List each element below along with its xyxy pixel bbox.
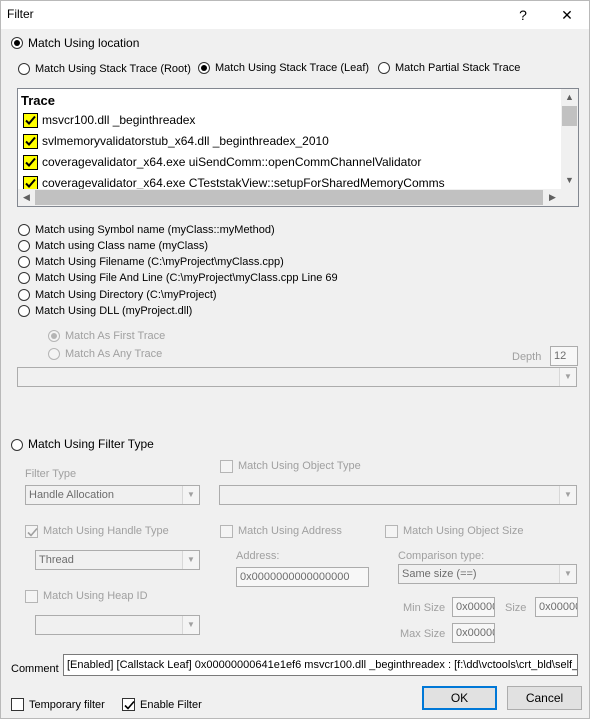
symbol-name-label: Match using Symbol name (myClass::myMeth… bbox=[35, 224, 275, 236]
stack-root-label: Match Using Stack Trace (Root) bbox=[35, 63, 191, 75]
depth-field[interactable]: 12 bbox=[550, 346, 578, 366]
handle-type-dropdown-icon[interactable]: ▼ bbox=[182, 551, 199, 569]
enable-filter-label: Enable Filter bbox=[140, 699, 202, 711]
first-trace-label: Match As First Trace bbox=[65, 330, 166, 342]
address-checkbox[interactable] bbox=[220, 525, 233, 538]
trace-row-text: coveragevalidator_x64.exe uiSendComm::op… bbox=[42, 155, 422, 169]
stack-root-radio[interactable] bbox=[18, 63, 30, 75]
min-size-label: Min Size bbox=[403, 602, 446, 614]
dll-combo[interactable]: ▼ bbox=[17, 367, 577, 387]
help-button[interactable]: ? bbox=[501, 1, 545, 29]
close-button[interactable]: ✕ bbox=[545, 1, 589, 29]
scroll-up-icon[interactable]: ▲ bbox=[561, 89, 578, 106]
dll-label: Match Using DLL (myProject.dll) bbox=[35, 305, 193, 317]
comparison-type-combo-value: Same size (==) bbox=[402, 568, 477, 580]
trace-horizontal-scrollbar[interactable]: ◀ ▶ bbox=[18, 189, 561, 206]
handle-type-combo-value: Thread bbox=[39, 554, 74, 566]
scrollbar-corner bbox=[561, 189, 578, 206]
comment-label: Comment bbox=[11, 663, 59, 675]
object-type-dropdown-icon[interactable]: ▼ bbox=[559, 486, 576, 504]
handle-type-checkbox[interactable] bbox=[25, 525, 38, 538]
directory-label: Match Using Directory (C:\myProject) bbox=[35, 289, 217, 301]
comparison-type-combo[interactable]: Same size (==) ▼ bbox=[398, 564, 577, 584]
partial-stack-radio[interactable] bbox=[378, 62, 390, 74]
handle-type-check-icon bbox=[27, 527, 38, 537]
directory-radio[interactable] bbox=[18, 289, 30, 301]
trace-row[interactable]: coveragevalidator_x64.exe uiSendComm::op… bbox=[21, 152, 561, 173]
heap-id-label: Match Using Heap ID bbox=[43, 590, 148, 602]
trace-row-text: coveragevalidator_x64.exe CTeststakView:… bbox=[42, 176, 445, 190]
trace-vertical-scrollbar[interactable]: ▲ ▼ bbox=[561, 89, 578, 189]
filter-type-radio[interactable] bbox=[11, 439, 23, 451]
filename-radio[interactable] bbox=[18, 256, 30, 268]
vertical-scroll-thumb[interactable] bbox=[562, 106, 577, 126]
enable-filter-check-icon bbox=[124, 700, 135, 710]
filename-label: Match Using Filename (C:\myProject\myCla… bbox=[35, 256, 284, 268]
size-label: Size bbox=[505, 602, 527, 614]
filter-type-dropdown-icon[interactable]: ▼ bbox=[182, 486, 199, 504]
trace-column-header[interactable]: Trace bbox=[20, 91, 560, 110]
size-field[interactable]: 0x00000 bbox=[535, 597, 578, 617]
object-type-checkbox[interactable] bbox=[220, 460, 233, 473]
dll-radio[interactable] bbox=[18, 305, 30, 317]
enable-filter-checkbox[interactable] bbox=[122, 698, 135, 711]
trace-list[interactable]: Trace msvcr100.dll _beginthreadex svlmem… bbox=[17, 88, 579, 207]
heap-id-dropdown-icon[interactable]: ▼ bbox=[182, 616, 199, 634]
first-trace-radio[interactable] bbox=[48, 330, 60, 342]
stack-leaf-label: Match Using Stack Trace (Leaf) bbox=[215, 62, 370, 74]
cancel-button[interactable]: Cancel bbox=[507, 686, 582, 710]
trace-row[interactable]: msvcr100.dll _beginthreadex bbox=[21, 110, 561, 131]
filter-type-label: Filter Type bbox=[25, 468, 77, 480]
heap-id-checkbox[interactable] bbox=[25, 590, 38, 603]
address-label: Address: bbox=[236, 550, 280, 562]
match-location-radio[interactable] bbox=[11, 37, 23, 49]
filter-type-combo-value: Handle Allocation bbox=[29, 489, 115, 501]
trace-check-icon[interactable] bbox=[23, 134, 38, 149]
dll-combo-dropdown-icon[interactable]: ▼ bbox=[559, 368, 576, 386]
title-bar: Filter ? ✕ bbox=[1, 1, 589, 29]
address-check-label: Match Using Address bbox=[238, 525, 342, 537]
min-size-field[interactable]: 0x00000 bbox=[452, 597, 495, 617]
partial-stack-label: Match Partial Stack Trace bbox=[395, 62, 521, 74]
object-size-checkbox[interactable] bbox=[385, 525, 398, 538]
trace-row-text: svlmemoryvalidatorstub_x64.dll _beginthr… bbox=[42, 134, 329, 148]
temporary-filter-checkbox[interactable] bbox=[11, 698, 24, 711]
trace-check-icon[interactable] bbox=[23, 155, 38, 170]
stack-leaf-radio[interactable] bbox=[198, 62, 210, 74]
max-size-field[interactable]: 0x00000 bbox=[452, 623, 495, 643]
trace-row-text: msvcr100.dll _beginthreadex bbox=[42, 113, 196, 127]
ok-button[interactable]: OK bbox=[422, 686, 497, 710]
handle-type-label: Match Using Handle Type bbox=[43, 525, 169, 537]
object-size-label: Match Using Object Size bbox=[403, 525, 524, 537]
filter-type-section-label: Match Using Filter Type bbox=[28, 437, 154, 451]
any-trace-label: Match As Any Trace bbox=[65, 348, 163, 360]
scroll-left-icon[interactable]: ◀ bbox=[18, 189, 35, 206]
comparison-type-dropdown-icon[interactable]: ▼ bbox=[559, 565, 576, 583]
heap-id-combo[interactable]: ▼ bbox=[35, 615, 200, 635]
class-name-label: Match using Class name (myClass) bbox=[35, 240, 208, 252]
scroll-right-icon[interactable]: ▶ bbox=[544, 189, 561, 206]
trace-row[interactable]: svlmemoryvalidatorstub_x64.dll _beginthr… bbox=[21, 131, 561, 152]
max-size-label: Max Size bbox=[400, 628, 446, 640]
filter-type-combo[interactable]: Handle Allocation ▼ bbox=[25, 485, 200, 505]
object-type-label: Match Using Object Type bbox=[238, 460, 361, 472]
depth-label: Depth bbox=[512, 351, 542, 363]
temporary-filter-label: Temporary filter bbox=[29, 699, 105, 711]
filter-dialog: Filter ? ✕ Match Using location Match Us… bbox=[0, 0, 590, 719]
class-name-radio[interactable] bbox=[18, 240, 30, 252]
any-trace-radio[interactable] bbox=[48, 348, 60, 360]
file-and-line-radio[interactable] bbox=[18, 272, 30, 284]
horizontal-scroll-thumb[interactable] bbox=[35, 190, 543, 205]
window-title: Filter bbox=[7, 7, 34, 21]
handle-type-combo[interactable]: Thread ▼ bbox=[35, 550, 200, 570]
address-field[interactable]: 0x0000000000000000 bbox=[236, 567, 369, 587]
comparison-type-label: Comparison type: bbox=[398, 550, 485, 562]
match-location-label: Match Using location bbox=[28, 36, 140, 50]
scroll-down-icon[interactable]: ▼ bbox=[561, 172, 578, 189]
comment-field[interactable]: [Enabled] [Callstack Leaf] 0x00000000641… bbox=[63, 654, 578, 676]
trace-check-icon[interactable] bbox=[23, 113, 38, 128]
symbol-name-radio[interactable] bbox=[18, 224, 30, 236]
object-type-combo[interactable]: ▼ bbox=[219, 485, 577, 505]
file-and-line-label: Match Using File And Line (C:\myProject\… bbox=[35, 272, 338, 284]
